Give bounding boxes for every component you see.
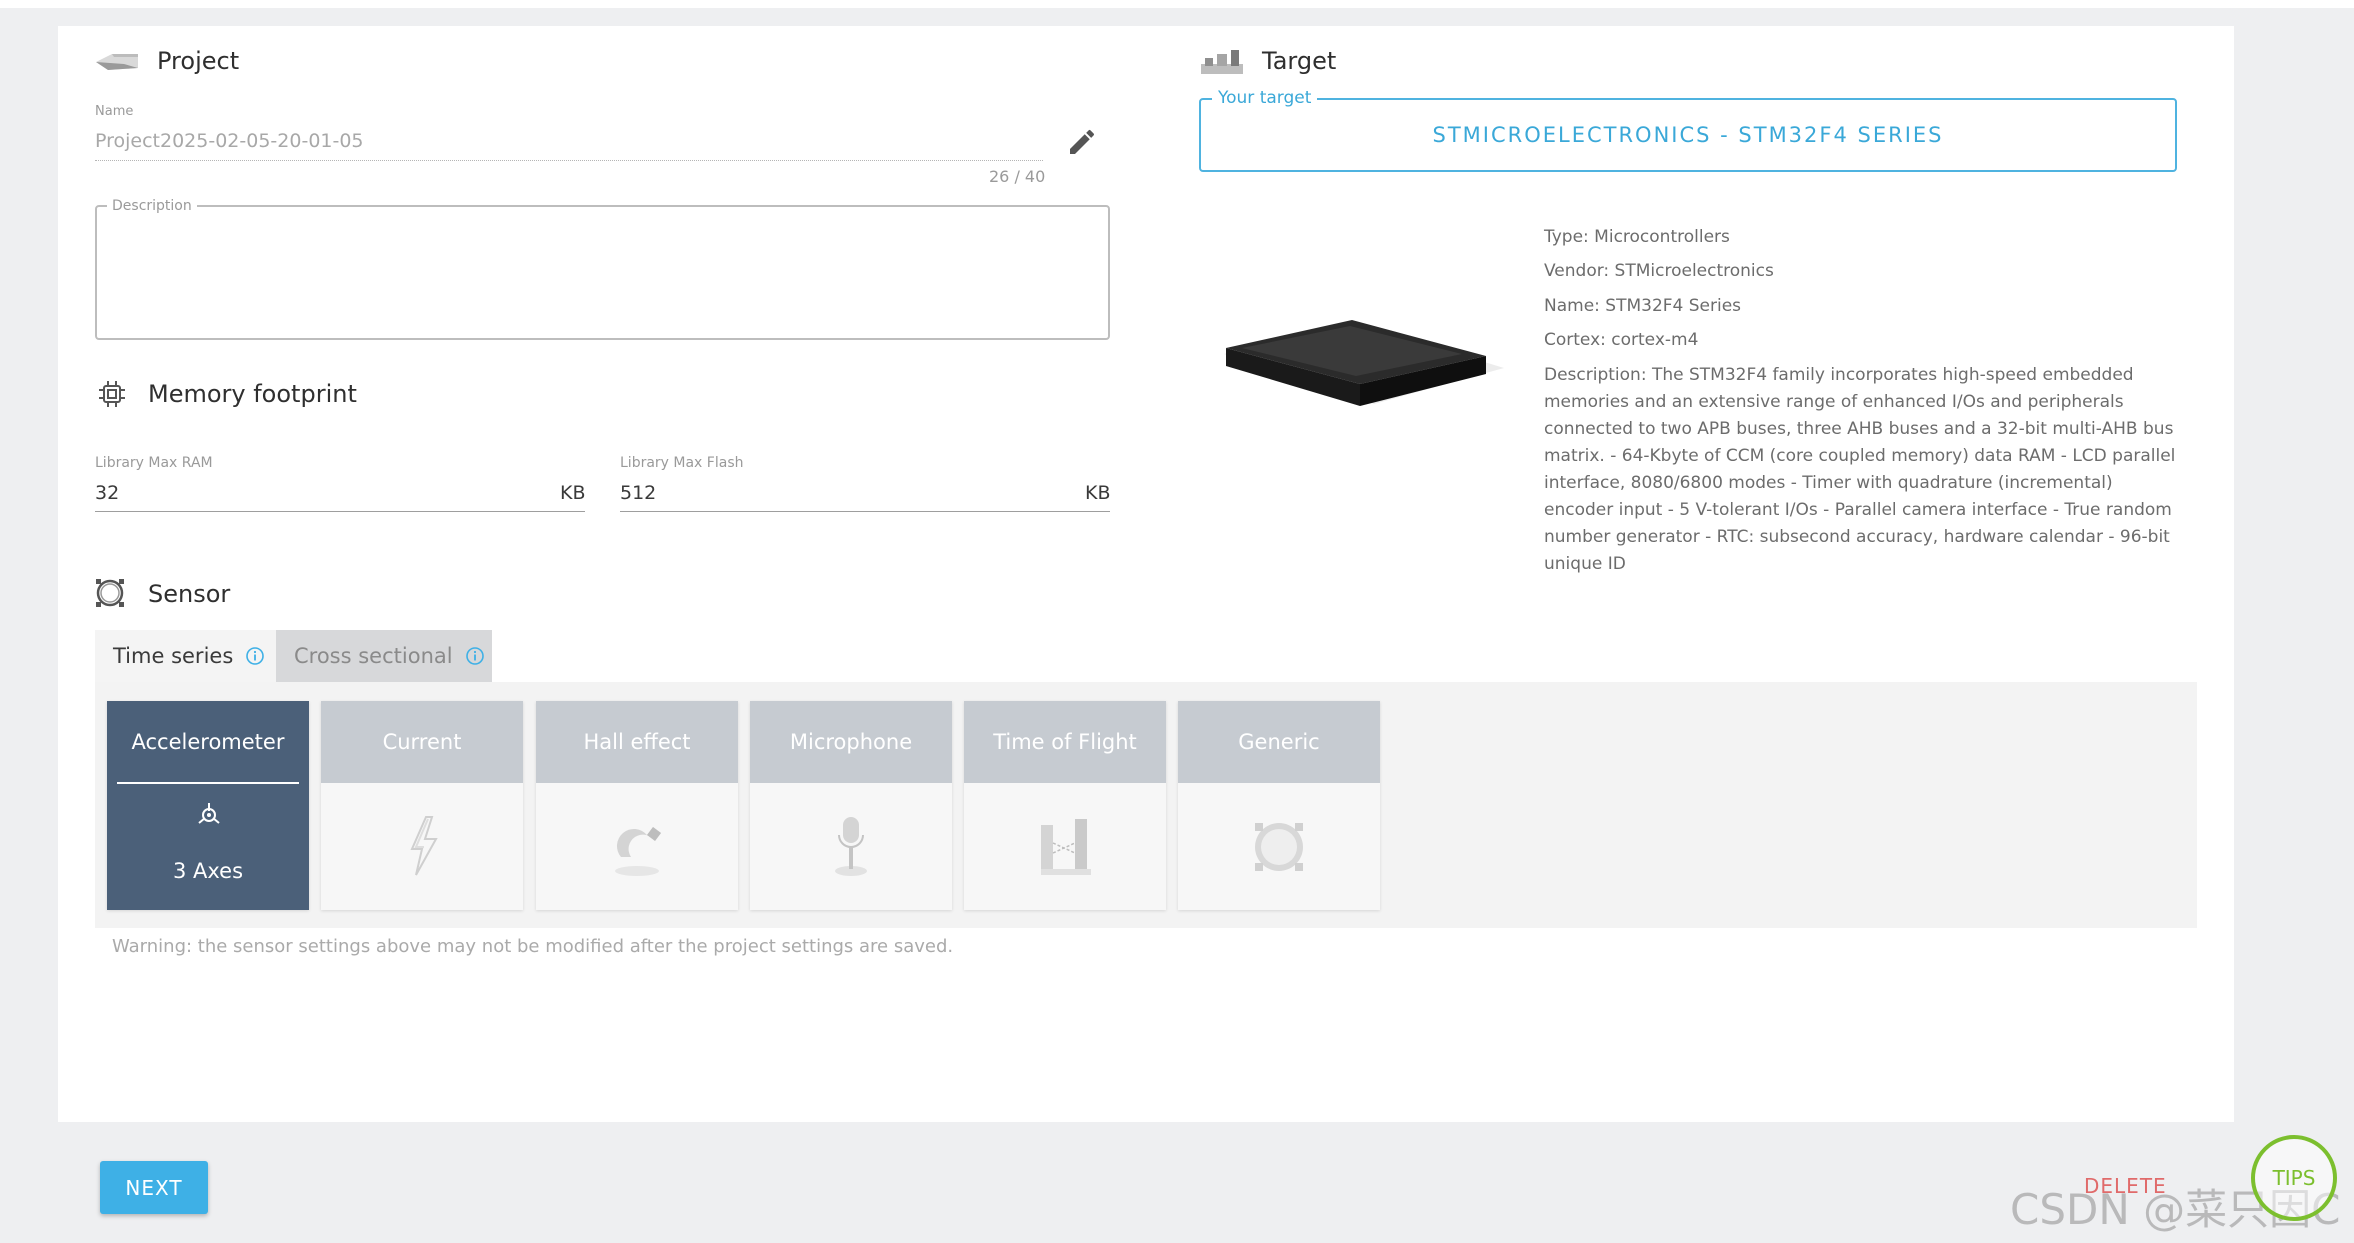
sensor-warning: Warning: the sensor settings above may n… [112,936,954,957]
microphone-icon [835,817,867,876]
sensor-card-hall-effect[interactable]: Hall effect [536,701,738,910]
flash-unit: KB [1085,482,1111,504]
sensor-card-label: Time of Flight [964,701,1166,783]
ram-label: Library Max RAM [95,455,213,471]
memory-chip-icon [99,381,125,407]
flash-label: Library Max Flash [620,455,744,471]
description-textarea[interactable] [95,205,1110,340]
ram-underline [95,511,585,512]
project-folder-icon [96,54,138,70]
accelerometer-axes: 3 Axes [172,859,244,883]
tab-time-series-label: Time series [113,644,234,668]
description-label: Description [107,198,197,214]
target-description: Description: The STM32F4 family incorpor… [1544,365,2176,574]
time-of-flight-icon [1041,819,1091,875]
sensor-title: Sensor [148,580,231,608]
sensor-card-label: Generic [1178,701,1380,783]
name-label: Name [95,104,134,119]
sensor-card-label: Microphone [750,701,952,783]
tab-cross-sectional[interactable]: Cross sectional [276,630,492,682]
ram-unit: KB [560,482,586,504]
info-icon[interactable] [245,646,265,666]
tab-time-series[interactable]: Time series [95,630,276,682]
sensor-card-current[interactable]: Current [321,701,523,910]
generic-sensor-icon [1255,823,1303,871]
lightning-icon [410,816,438,876]
sensor-card-microphone[interactable]: Microphone [750,701,952,910]
sensor-card-label: Hall effect [536,701,738,783]
sensor-card-label: Accelerometer [107,701,309,783]
sensor-card-label: Current [321,701,523,783]
ram-input[interactable]: 32 [95,482,119,504]
next-button[interactable]: NEXT [100,1161,208,1214]
target-vendor: Vendor: STMicroelectronics [1544,261,1774,281]
info-icon[interactable] [465,646,485,666]
magnet-icon [615,827,661,876]
sensor-card-accelerometer[interactable]: Accelerometer 3 Axes [107,701,309,910]
target-cortex: Cortex: cortex-m4 [1544,330,1699,350]
accelerometer-icon [198,803,220,824]
name-counter: 26 / 40 [989,167,1046,186]
name-input[interactable]: Project2025-02-05-20-01-05 [95,130,364,152]
tab-cross-sectional-label: Cross sectional [294,644,453,668]
project-title: Project [157,47,240,75]
name-underline [95,160,1043,161]
mcu-chip-image [1224,320,1504,406]
sensor-icon [96,579,124,607]
sensor-card-generic[interactable]: Generic [1178,701,1380,910]
target-chip-name: Name: STM32F4 Series [1544,296,1742,316]
sensor-card-time-of-flight[interactable]: Time of Flight [964,701,1166,910]
target-type: Type: Microcontrollers [1544,227,1730,247]
flash-underline [620,511,1110,512]
target-board-icon [1201,50,1243,74]
memory-footprint-title: Memory footprint [148,380,357,408]
flash-input[interactable]: 512 [620,482,656,504]
top-band [0,0,2354,8]
tips-button[interactable]: TIPS [2251,1135,2337,1221]
card-divider [117,782,299,784]
target-title: Target [1262,47,1337,75]
edit-pencil-icon[interactable] [1066,126,1098,158]
target-name[interactable]: STMICROELECTRONICS - STM32F4 SERIES [1199,98,2177,172]
